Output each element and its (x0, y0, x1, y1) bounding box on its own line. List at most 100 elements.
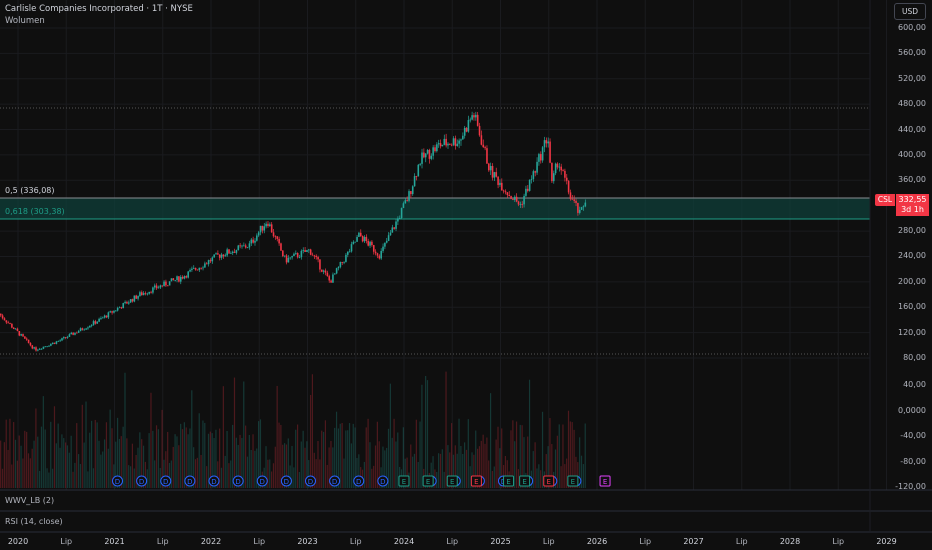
candle-body (517, 201, 520, 205)
dividend-marker[interactable]: D (305, 475, 316, 487)
volume-bar (7, 449, 9, 488)
candle-body (116, 308, 119, 311)
rsi-pane-label[interactable]: RSI (14, close) (5, 517, 63, 526)
volume-bar (528, 379, 531, 488)
dividend-marker[interactable]: D (280, 475, 292, 487)
volume-bar (61, 434, 63, 488)
candle-body (306, 250, 308, 253)
earnings-marker[interactable]: E (446, 475, 458, 487)
dividend-marker[interactable]: D (184, 475, 196, 487)
volume-bar (462, 453, 464, 488)
dividend-marker[interactable]: D (377, 475, 389, 487)
candle-body (142, 293, 145, 296)
candle-body (378, 255, 381, 259)
candle-body (22, 334, 24, 337)
candle-body (131, 299, 134, 302)
candle-body (577, 202, 579, 213)
candle-body (322, 270, 325, 272)
dividend-marker[interactable]: D (208, 475, 220, 487)
candle-body (475, 114, 477, 118)
volume-bar (317, 441, 319, 488)
candle-body (413, 176, 416, 187)
volume-bar (170, 460, 172, 488)
candle-body (228, 249, 230, 254)
candle-body (489, 166, 492, 171)
dividend-marker[interactable]: D (160, 475, 172, 487)
volume-bar (39, 470, 41, 488)
candle-body (81, 328, 84, 330)
dividend-marker[interactable]: D (136, 475, 148, 487)
candle-body (90, 325, 93, 326)
earnings-marker[interactable]: E (470, 475, 482, 487)
volume-bar (222, 386, 224, 488)
volume-bar (198, 413, 200, 488)
svg-text:E: E (402, 478, 406, 486)
bar-countdown: 3d 1h (901, 205, 924, 214)
dividend-marker[interactable]: D (232, 475, 244, 487)
volume-bar (417, 461, 419, 488)
wwv-pane-label[interactable]: WWV_LB (2) (5, 496, 54, 505)
volume-bar (131, 443, 134, 488)
candle-body (241, 245, 243, 247)
candle-body (161, 285, 164, 287)
dividend-marker[interactable]: D (353, 475, 365, 487)
price-tick: 120,00 (898, 327, 926, 337)
candle-body (24, 336, 26, 339)
candle-body (74, 332, 76, 335)
dividend-marker[interactable]: D (112, 475, 123, 487)
volume-bar (48, 472, 50, 488)
candle-body (109, 311, 112, 313)
earnings-marker[interactable]: E (599, 475, 611, 487)
price-tick: 520,00 (898, 73, 926, 83)
svg-text:E: E (506, 478, 510, 486)
candle-body (402, 203, 405, 208)
earnings-marker[interactable]: E (503, 475, 515, 487)
volume-bar (352, 423, 354, 488)
candle-body (300, 250, 303, 258)
candle-body (70, 332, 73, 335)
earnings-marker[interactable]: E (398, 475, 410, 487)
candle-body (428, 149, 431, 159)
candle-body (224, 255, 227, 257)
volume-bar (68, 452, 70, 488)
candle-body (259, 225, 262, 233)
candle-body (7, 322, 9, 324)
symbol-title[interactable]: Carlisle Companies Incorporated · 1T · N… (5, 4, 193, 14)
time-tick: 2027 (683, 537, 704, 546)
earnings-marker[interactable]: E (422, 475, 434, 487)
earnings-marker[interactable]: E (543, 475, 555, 487)
volume-bar (206, 466, 208, 488)
candle-body (447, 143, 449, 146)
volume-bar (96, 422, 98, 488)
earnings-marker[interactable]: E (567, 475, 579, 487)
earnings-marker[interactable]: E (519, 475, 531, 487)
volume-bar (100, 454, 102, 488)
candle-body (471, 115, 473, 120)
chart-canvas[interactable]: DDDDDDDDDDDDDDDDDDDEEEEEEEEE (0, 0, 932, 550)
volume-bar (148, 433, 150, 488)
candle-body (237, 245, 240, 251)
candle-body (462, 135, 464, 140)
volume-bar (102, 451, 104, 488)
candle-body (50, 344, 52, 346)
time-tick: Lip (446, 537, 459, 546)
currency-button[interactable]: USD (893, 3, 926, 20)
candle-body (411, 186, 414, 195)
price-tick: 160,00 (898, 302, 926, 312)
price-tick: 600,00 (898, 23, 926, 32)
candle-body (46, 346, 48, 348)
candle-body (235, 250, 238, 253)
candle-body (539, 154, 542, 161)
time-tick: Lip (156, 537, 169, 546)
dividend-marker[interactable]: D (256, 475, 268, 487)
candle-body (12, 327, 15, 329)
volume-bar (269, 459, 271, 488)
volume-bar (81, 404, 83, 488)
candle-body (146, 293, 149, 295)
volume-bar (315, 459, 317, 488)
dividend-marker[interactable]: D (329, 475, 341, 487)
candle-body (120, 307, 123, 309)
volume-legend[interactable]: Wolumen (5, 16, 45, 26)
candle-body (244, 245, 247, 248)
volume-bar (463, 442, 466, 488)
